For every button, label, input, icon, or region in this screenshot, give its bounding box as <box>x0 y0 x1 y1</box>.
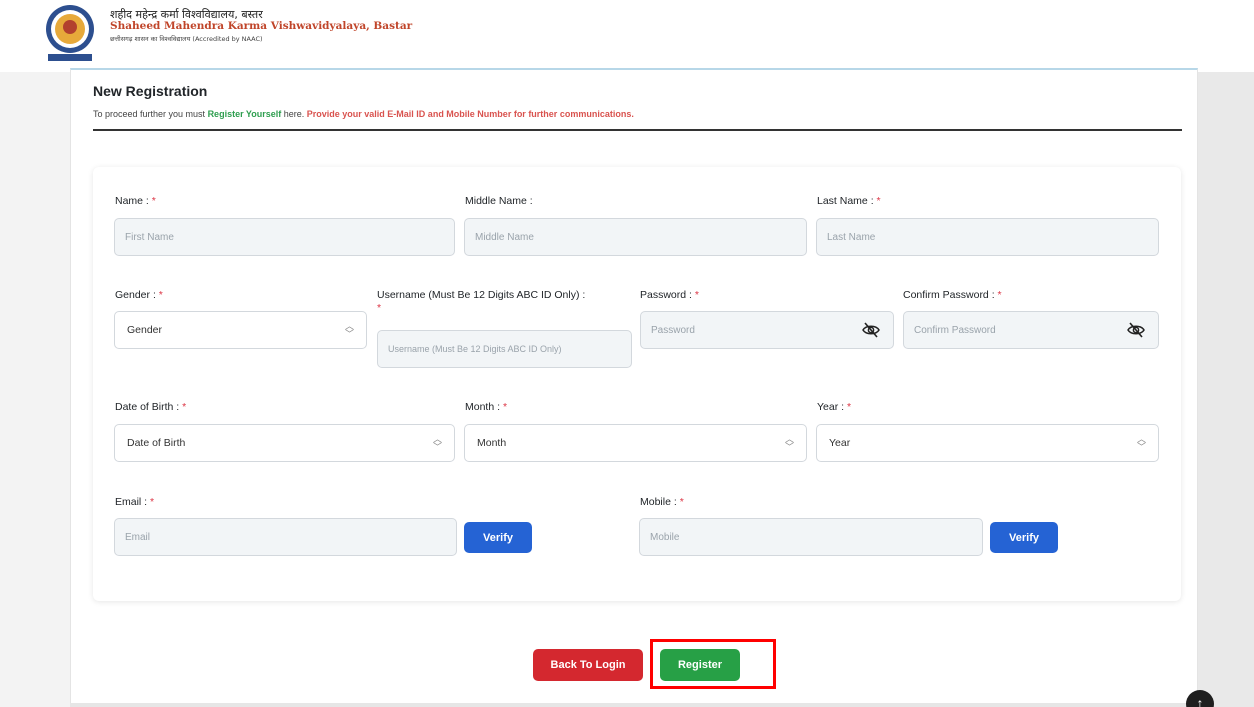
register-button[interactable]: Register <box>660 649 740 681</box>
chevron-up-down-icon: ︿ ﹀ <box>784 434 794 452</box>
page-title: New Registration <box>93 83 208 99</box>
gender-select-value: Gender <box>127 324 163 336</box>
top-header: शहीद महेन्द्र कर्मा विश्वविद्यालय, बस्तर… <box>0 0 1254 72</box>
intro-highlight: Register Yourself <box>207 109 282 119</box>
intro-prefix: To proceed further you must <box>93 109 208 119</box>
verify-email-button[interactable]: Verify <box>464 522 532 553</box>
mobile-input[interactable] <box>639 518 983 556</box>
title-divider <box>93 129 1182 131</box>
dob-year-select[interactable]: Year ︿ ﹀ <box>816 424 1159 462</box>
chevron-up-down-icon: ︿ ﹀ <box>344 321 354 339</box>
confirm-password-label: Confirm Password : * <box>903 289 1002 301</box>
first-name-input[interactable] <box>114 218 455 256</box>
last-name-label: Last Name : * <box>817 195 881 207</box>
confirm-password-input[interactable] <box>903 311 1159 349</box>
intro-text: To proceed further you must Register You… <box>93 109 634 119</box>
username-input[interactable] <box>377 330 632 368</box>
dob-year-select-value: Year <box>829 437 851 449</box>
dob-day-select-value: Date of Birth <box>127 437 186 449</box>
password-label: Password : * <box>640 289 699 301</box>
email-input[interactable] <box>114 518 457 556</box>
middle-name-label: Middle Name : <box>465 195 533 207</box>
chevron-up-down-icon: ︿ ﹀ <box>1136 434 1146 452</box>
gender-select[interactable]: Gender ︿ ﹀ <box>114 311 367 349</box>
arrow-up-icon: ↑ <box>1196 695 1204 707</box>
dob-year-label: Year : * <box>817 401 852 413</box>
gender-label: Gender : * <box>115 289 163 301</box>
panel-bottom-edge <box>70 703 1198 707</box>
page-background-right <box>1198 72 1254 707</box>
chevron-up-down-icon: ︿ ﹀ <box>432 434 442 452</box>
dob-day-select[interactable]: Date of Birth ︿ ﹀ <box>114 424 455 462</box>
email-label: Email : * <box>115 496 155 508</box>
brand-name-english: Shaheed Mahendra Karma Vishwavidyalaya, … <box>110 20 413 32</box>
intro-middle: here. <box>281 109 307 119</box>
password-input[interactable] <box>640 311 894 349</box>
last-name-input[interactable] <box>816 218 1159 256</box>
university-logo-icon <box>46 5 94 61</box>
dob-day-label: Date of Birth : * <box>115 401 187 413</box>
eye-slash-icon[interactable] <box>1127 322 1145 338</box>
back-to-login-button[interactable]: Back To Login <box>533 649 643 681</box>
mobile-label: Mobile : * <box>640 496 684 508</box>
username-required-mark: * <box>377 302 382 314</box>
middle-name-input[interactable] <box>464 218 807 256</box>
eye-slash-icon[interactable] <box>862 322 880 338</box>
verify-mobile-button[interactable]: Verify <box>990 522 1058 553</box>
dob-month-select[interactable]: Month ︿ ﹀ <box>464 424 807 462</box>
dob-month-select-value: Month <box>477 437 507 449</box>
username-label: Username (Must Be 12 Digits ABC ID Only)… <box>377 289 586 301</box>
first-name-label: Name : * <box>115 195 156 207</box>
page-background-left <box>0 72 70 707</box>
dob-month-label: Month : * <box>465 401 508 413</box>
brand-subtitle: छत्तीसगढ़ शासन का विश्वविद्यालय (Accredi… <box>110 35 263 43</box>
intro-warning: Provide your valid E-Mail ID and Mobile … <box>306 109 634 119</box>
